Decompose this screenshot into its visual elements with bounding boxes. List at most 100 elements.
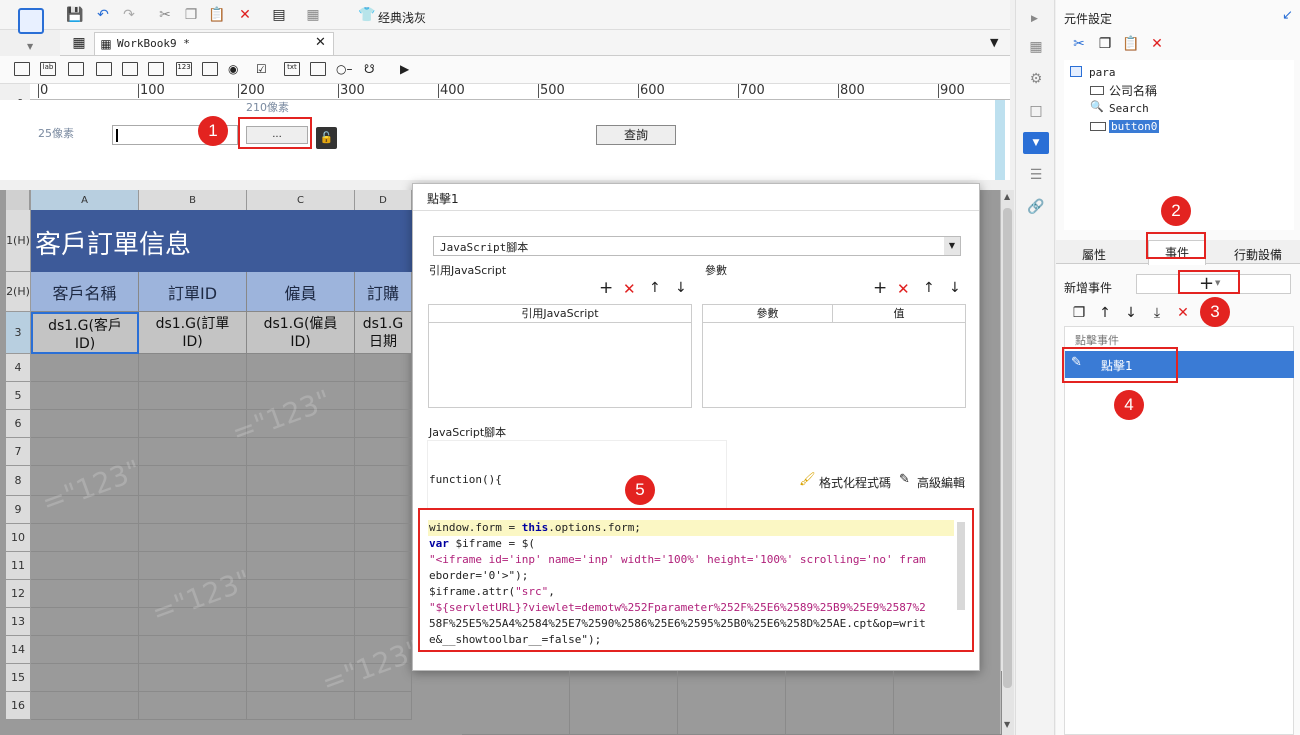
row-header[interactable]: 10: [6, 524, 30, 552]
column-header[interactable]: B: [139, 190, 247, 210]
empty-cell[interactable]: [247, 524, 355, 552]
link-icon[interactable]: 🔗: [1027, 198, 1045, 216]
row-header[interactable]: 4: [6, 354, 30, 382]
panel-cut-icon[interactable]: ✂: [1070, 35, 1088, 53]
empty-cell[interactable]: [355, 580, 412, 608]
grid-icon[interactable]: ▦: [70, 34, 88, 52]
undo-icon[interactable]: ↶: [94, 6, 112, 24]
radio-widget-icon[interactable]: ◉: [228, 62, 244, 76]
copy-icon[interactable]: ❐: [182, 6, 200, 24]
tab-mobile[interactable]: 行動設備: [1234, 246, 1282, 263]
dropdown-arrow-icon[interactable]: ▼: [27, 42, 33, 51]
empty-cell[interactable]: [355, 692, 412, 720]
scroll-thumb[interactable]: [1003, 208, 1012, 688]
empty-cell[interactable]: [31, 382, 139, 410]
theme-icon[interactable]: 👕: [358, 6, 376, 24]
button-widget-icon[interactable]: [310, 62, 326, 76]
tab-properties[interactable]: 屬性: [1082, 246, 1106, 263]
empty-cell[interactable]: [139, 382, 247, 410]
empty-cell[interactable]: [31, 636, 139, 664]
tab-menu-icon[interactable]: ▼: [990, 36, 998, 49]
label-widget-icon[interactable]: lab: [40, 62, 56, 76]
advanced-edit-icon[interactable]: ✎: [899, 472, 910, 487]
empty-cell[interactable]: [247, 580, 355, 608]
column-header[interactable]: D: [355, 190, 412, 210]
number-widget-icon[interactable]: 123: [176, 62, 192, 76]
advanced-edit-button[interactable]: 高級編輯: [917, 474, 965, 491]
tree-widget-icon[interactable]: ☋: [364, 62, 380, 76]
empty-cell[interactable]: [786, 671, 894, 735]
empty-cell[interactable]: [139, 496, 247, 524]
row-header[interactable]: 12: [6, 580, 30, 608]
header-cell[interactable]: 僱員: [247, 272, 355, 312]
row-header[interactable]: 1(H): [6, 210, 30, 272]
app-logo-icon[interactable]: [18, 8, 44, 34]
empty-cell[interactable]: [31, 664, 139, 692]
move-bottom-icon[interactable]: ⤓: [1148, 304, 1166, 322]
data-cell[interactable]: ds1.G 日期: [355, 312, 412, 354]
empty-cell[interactable]: [247, 354, 355, 382]
checkbox-widget-icon[interactable]: ☑: [256, 62, 272, 76]
empty-cell[interactable]: [31, 580, 139, 608]
settings-icon[interactable]: ⚙: [1027, 70, 1045, 88]
row-header[interactable]: 16: [6, 692, 30, 720]
list-icon[interactable]: ☰: [1027, 166, 1045, 184]
header-cell[interactable]: 訂購: [355, 272, 412, 312]
empty-cell[interactable]: [31, 524, 139, 552]
lock-icon[interactable]: 🔓: [316, 127, 337, 149]
event-delete-icon[interactable]: ✕: [1174, 304, 1192, 322]
collapse-arrow-icon[interactable]: ▶: [1031, 14, 1038, 24]
script-type-select[interactable]: JavaScript腳本 ▼: [433, 236, 961, 256]
combo-widget-icon[interactable]: [96, 62, 112, 76]
row-header[interactable]: 6: [6, 410, 30, 438]
tree-item-company[interactable]: 公司名稱: [1109, 82, 1157, 99]
panel-delete-icon[interactable]: ✕: [1148, 35, 1166, 53]
row-header[interactable]: 7: [6, 438, 30, 466]
more-widgets-icon[interactable]: ▶: [400, 62, 416, 76]
empty-cell[interactable]: [894, 671, 1002, 735]
scroll-down-icon[interactable]: ▼: [1004, 720, 1010, 729]
title-cell[interactable]: 客戶訂單信息: [31, 210, 412, 272]
data-cell[interactable]: ds1.G(僱員 ID): [247, 312, 355, 354]
empty-cell[interactable]: [355, 466, 412, 496]
empty-cell[interactable]: [570, 671, 678, 735]
param-down-icon[interactable]: ↓: [949, 280, 961, 296]
empty-cell[interactable]: [247, 692, 355, 720]
empty-cell[interactable]: [678, 671, 786, 735]
header-cell[interactable]: 客戶名稱: [31, 272, 139, 312]
empty-cell[interactable]: [139, 438, 247, 466]
empty-cell[interactable]: [139, 524, 247, 552]
format-code-button[interactable]: 格式化程式碼: [819, 474, 891, 491]
empty-cell[interactable]: [355, 438, 412, 466]
empty-cell[interactable]: [355, 410, 412, 438]
row-header[interactable]: 9: [6, 496, 30, 524]
empty-cell[interactable]: [462, 671, 570, 735]
text-widget-icon[interactable]: txt: [284, 62, 300, 76]
empty-cell[interactable]: [247, 496, 355, 524]
ref-add-icon[interactable]: +: [599, 278, 613, 298]
empty-cell[interactable]: [355, 552, 412, 580]
row-header[interactable]: 8: [6, 466, 30, 496]
empty-cell[interactable]: [139, 692, 247, 720]
query-button[interactable]: 查詢: [596, 125, 676, 145]
empty-cell[interactable]: [139, 354, 247, 382]
empty-cell[interactable]: [247, 608, 355, 636]
select-arrow-icon[interactable]: ▼: [944, 237, 960, 255]
move-up-icon[interactable]: ↑: [1096, 304, 1114, 322]
empty-cell[interactable]: [355, 524, 412, 552]
row-header[interactable]: 11: [6, 552, 30, 580]
tab-workbook[interactable]: ▦ WorkBook9 * ✕: [94, 32, 334, 55]
delete-icon[interactable]: ✕: [236, 6, 254, 24]
panel-paste-icon[interactable]: 📋: [1122, 35, 1140, 53]
empty-cell[interactable]: [139, 664, 247, 692]
ref-up-icon[interactable]: ↑: [649, 280, 661, 296]
move-down-icon[interactable]: ↓: [1122, 304, 1140, 322]
empty-cell[interactable]: [247, 552, 355, 580]
list-widget-icon[interactable]: [202, 62, 218, 76]
cut-icon[interactable]: ✂: [156, 6, 174, 24]
empty-cell[interactable]: [31, 410, 139, 438]
save-icon[interactable]: 💾: [66, 6, 84, 24]
ref-delete-icon[interactable]: ✕: [623, 280, 636, 298]
preview-icon[interactable]: ▤: [270, 6, 288, 24]
input-widget-icon[interactable]: [68, 62, 84, 76]
